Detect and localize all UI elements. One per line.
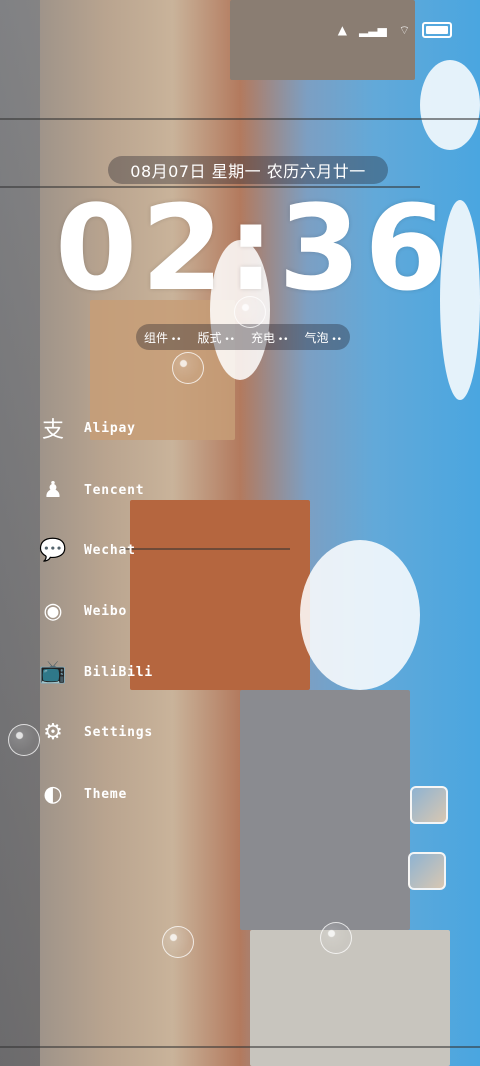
qq-penguin-icon: ♟ bbox=[43, 477, 63, 503]
app-tencent[interactable]: ♟ Tencent bbox=[38, 472, 144, 508]
theme-icon: ◐ bbox=[43, 781, 63, 807]
app-wechat[interactable]: 💬 Wechat bbox=[38, 532, 136, 568]
tab-widgets[interactable]: 组件 bbox=[144, 329, 182, 346]
tab-charging[interactable]: 充电 bbox=[251, 329, 289, 346]
tab-layout[interactable]: 版式 bbox=[198, 329, 236, 346]
signal-icon: ▂▃▅ bbox=[359, 23, 387, 37]
cloud bbox=[420, 60, 480, 150]
lock-clock: 02:36 bbox=[55, 179, 451, 317]
app-weibo[interactable]: ◉ Weibo bbox=[38, 593, 127, 629]
app-theme[interactable]: ◐ Theme bbox=[38, 776, 127, 812]
bilibili-tv-icon: 📺 bbox=[39, 659, 67, 685]
floating-bubble[interactable] bbox=[172, 352, 204, 384]
building bbox=[240, 690, 410, 930]
app-label: BiliBili bbox=[84, 664, 154, 680]
app-label: Settings bbox=[84, 724, 154, 740]
tab-bubbles[interactable]: 气泡 bbox=[305, 329, 343, 346]
lockscreen-tabs: 组件 版式 充电 气泡 bbox=[136, 324, 350, 350]
app-label: Alipay bbox=[84, 420, 136, 436]
status-bar: ▲ ▂▃▅ ⌔ bbox=[338, 22, 452, 38]
building-brick bbox=[130, 500, 310, 690]
floating-bubble[interactable] bbox=[320, 922, 352, 954]
photo-thumbnail[interactable] bbox=[410, 786, 448, 824]
power-line bbox=[120, 548, 290, 550]
cloud bbox=[300, 540, 420, 690]
app-label: Theme bbox=[84, 786, 128, 802]
alarm-icon: ▲ bbox=[337, 23, 348, 37]
street-photo-road bbox=[0, 0, 40, 1066]
power-line bbox=[0, 118, 480, 120]
app-label: Tencent bbox=[84, 482, 145, 498]
app-alipay[interactable]: 支 Alipay bbox=[38, 410, 136, 446]
wechat-icon: 💬 bbox=[39, 537, 67, 563]
app-label: Wechat bbox=[84, 542, 136, 558]
floating-bubble[interactable] bbox=[162, 926, 194, 958]
photo-thumbnail[interactable] bbox=[408, 852, 446, 890]
building bbox=[230, 0, 415, 80]
gear-icon: ⚙ bbox=[43, 719, 63, 745]
power-line bbox=[0, 1046, 480, 1048]
app-settings[interactable]: ⚙ Settings bbox=[38, 714, 153, 750]
floating-bubble[interactable] bbox=[234, 296, 266, 328]
floating-bubble[interactable] bbox=[8, 724, 40, 756]
app-label: Weibo bbox=[84, 603, 128, 619]
wifi-icon: ⌔ bbox=[398, 22, 410, 37]
battery-icon bbox=[422, 22, 452, 38]
app-bilibili[interactable]: 📺 BiliBili bbox=[38, 654, 153, 690]
alipay-icon: 支 bbox=[41, 418, 64, 443]
weibo-icon: ◉ bbox=[43, 598, 63, 624]
